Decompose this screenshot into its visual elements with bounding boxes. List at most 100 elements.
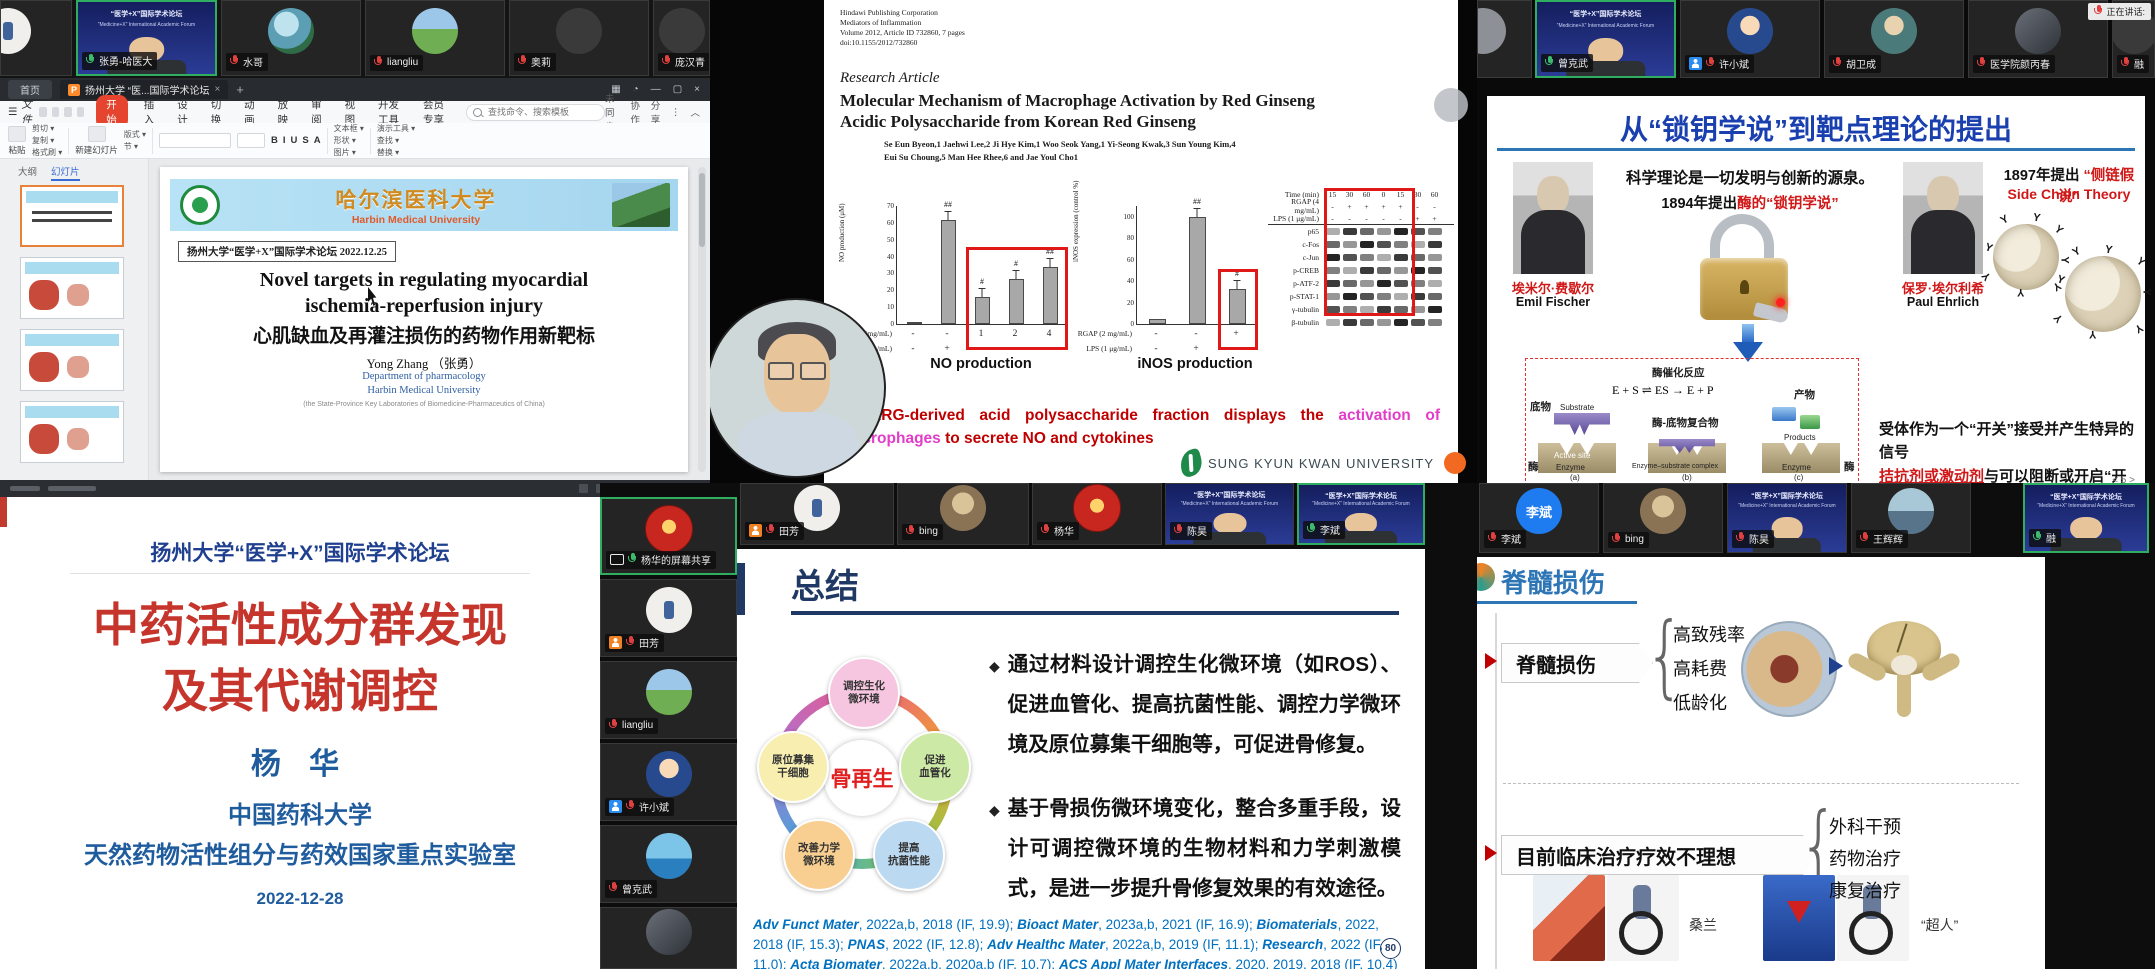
participant-tile[interactable]: 李斌李斌 <box>1479 483 1599 553</box>
participant-tile[interactable]: 曾克武 <box>600 825 737 903</box>
lock-key-statement: 1894年提出酶的“锁钥学说” <box>1605 192 1895 213</box>
participant-name-tag: 田芳 <box>605 634 664 652</box>
blot-row-label: LPS (1 μg/mL) <box>1268 214 1324 223</box>
participant-tile[interactable]: “医学+X”国际学术论坛“Medicine+X” International A… <box>1727 483 1847 553</box>
x-row-value: - <box>1136 344 1176 354</box>
pane-tab-大纲[interactable]: 大纲 <box>18 164 37 181</box>
participant-tile[interactable]: 水哥 <box>221 0 361 76</box>
collapse-ribbon-icon[interactable]: ︿ <box>690 105 700 119</box>
toolbar-版式[interactable]: 版式 ▾ <box>124 129 146 140</box>
participant-tile[interactable]: 胡卫成 <box>1824 0 1964 78</box>
format-A[interactable]: A <box>314 135 321 146</box>
participant-tile[interactable]: 庞汉青 <box>653 0 710 76</box>
participant-tile[interactable]: “医学+X”国际学术论坛“Medicine+X” International A… <box>2023 483 2149 553</box>
protein-band <box>1428 241 1442 248</box>
more-icon[interactable]: ⋮ <box>671 107 681 118</box>
participant-tile[interactable] <box>600 907 737 969</box>
participant-tile[interactable]: 杨华 <box>1032 483 1162 545</box>
slide-thumbnail[interactable] <box>20 401 124 463</box>
blot-band-label: p65 <box>1268 227 1324 236</box>
participant-tile[interactable] <box>1477 0 1532 78</box>
avatar <box>1640 488 1686 534</box>
scrollbar-thumb[interactable] <box>699 173 705 247</box>
toolbar-形状[interactable]: 形状 ▾ <box>334 135 364 146</box>
participant-tile[interactable]: “医学+X”国际学术论坛“Medicine+X” International A… <box>1535 0 1676 78</box>
diagram-bubble: 调控生化 微环境 <box>828 657 900 729</box>
toolbar-新建幻灯片[interactable]: 新建幻灯片 <box>75 126 118 156</box>
participant-name-tag: 许小斌 <box>605 798 674 816</box>
participant-tile[interactable]: bing <box>897 483 1029 545</box>
participant-tile[interactable]: 奥莉 <box>509 0 649 76</box>
search-input[interactable] <box>486 106 598 118</box>
undo-icon[interactable] <box>64 107 72 117</box>
muted-mic-icon <box>609 882 618 895</box>
thumb-graphic <box>67 284 89 306</box>
save-icon[interactable] <box>39 107 47 117</box>
avatar <box>1477 8 1506 54</box>
avatar <box>646 909 692 955</box>
slide-thumbnail[interactable] <box>20 329 124 391</box>
paper-title: Molecular Mechanism of Macrophage Activa… <box>840 90 1400 133</box>
participant-name-tag: liangliu <box>605 718 658 734</box>
redo-icon[interactable] <box>77 107 85 117</box>
participant-name: 奥莉 <box>531 54 551 69</box>
print-icon[interactable] <box>52 107 60 117</box>
toolbar-节[interactable]: 节 ▾ <box>124 141 146 152</box>
font-size-select[interactable] <box>237 133 265 148</box>
close-tab-icon[interactable]: × <box>214 84 220 95</box>
format-U[interactable]: U <box>291 135 298 146</box>
toolbar-剪切[interactable]: 剪切 ▾ <box>32 123 62 134</box>
mini-slide-title-cn: “医学+X”国际学术论坛 <box>1166 490 1293 500</box>
format-S[interactable]: S <box>302 135 308 146</box>
toolbar-粘贴[interactable]: 粘贴 <box>8 126 26 156</box>
action-分享[interactable]: 分享 <box>651 98 661 126</box>
slide-thumbnail[interactable] <box>20 185 124 247</box>
participant-name-tag: 田芳 <box>745 522 804 540</box>
粘贴-icon <box>8 126 26 142</box>
muted-mic-icon <box>662 55 671 68</box>
participant-name: 胡卫成 <box>1846 56 1876 71</box>
publication-text: , 2023a,b, 2021 (IF, 16.9); <box>1098 917 1256 932</box>
thumb-text <box>32 219 112 222</box>
participant-name-tag: 曾克武 <box>1541 54 1593 72</box>
toolbar-separator <box>327 128 328 154</box>
slide-thumbnail[interactable] <box>20 257 124 319</box>
participant-tile[interactable]: 田芳 <box>600 579 737 657</box>
muted-mic-icon <box>230 55 239 68</box>
toolbar-查找[interactable]: 查找 ▾ <box>377 135 415 146</box>
participant-tile[interactable]: 王辉辉 <box>1851 483 1971 553</box>
participant-tile[interactable]: 杨华的屏幕共享 <box>600 497 737 575</box>
toolbar-替换[interactable]: 替换 ▾ <box>377 147 415 158</box>
participant-tile[interactable] <box>0 0 72 76</box>
command-search[interactable] <box>466 104 605 121</box>
toolbar-文本框[interactable]: 文本框 ▾ <box>334 123 364 134</box>
thumb-text <box>32 211 112 214</box>
toolbar-格式刷[interactable]: 格式刷 ▾ <box>32 147 62 158</box>
format-B[interactable]: B <box>271 135 278 146</box>
normal-view-icon[interactable] <box>579 484 588 493</box>
participant-tile[interactable]: 医学院颜丙春 <box>1968 0 2108 78</box>
format-I[interactable]: I <box>283 135 286 146</box>
toolbar-复制[interactable]: 复制 ▾ <box>32 135 62 146</box>
action-协作[interactable]: 协作 <box>630 98 640 126</box>
pane-tab-幻灯片[interactable]: 幻灯片 <box>51 164 80 181</box>
participant-tile[interactable]: 许小斌 <box>600 743 737 821</box>
participant-tile[interactable]: “医学+X”国际学术论坛“Medicine+X” International A… <box>1297 483 1425 545</box>
toolbar-图片[interactable]: 图片 ▾ <box>334 147 364 158</box>
blue-user-badge-icon <box>609 800 622 813</box>
floating-button-partial[interactable] <box>1434 88 1468 122</box>
participant-tile[interactable]: “医学+X”国际学术论坛“Medicine+X” International A… <box>1165 483 1294 545</box>
scrollbar[interactable] <box>698 167 706 472</box>
header-accent-bar <box>737 563 745 615</box>
participant-tile[interactable]: 田芳 <box>740 483 894 545</box>
participant-tile[interactable]: “医学+X”国际学术论坛“Medicine+X” International A… <box>76 0 217 76</box>
participant-tile[interactable]: 许小斌 <box>1680 0 1820 78</box>
thumb-graphic <box>29 352 59 382</box>
participant-tile[interactable]: liangliu <box>365 0 505 76</box>
participant-tile[interactable]: liangliu <box>600 661 737 739</box>
font-select[interactable] <box>159 133 231 148</box>
participant-tile[interactable]: bing <box>1603 483 1723 553</box>
meeting-window-rong: 李斌李斌bing“医学+X”国际学术论坛“Medicine+X” Interna… <box>1477 483 2155 969</box>
toolbar-演示工具[interactable]: 演示工具 ▾ <box>377 123 415 134</box>
highlight-red-box <box>1218 269 1258 350</box>
